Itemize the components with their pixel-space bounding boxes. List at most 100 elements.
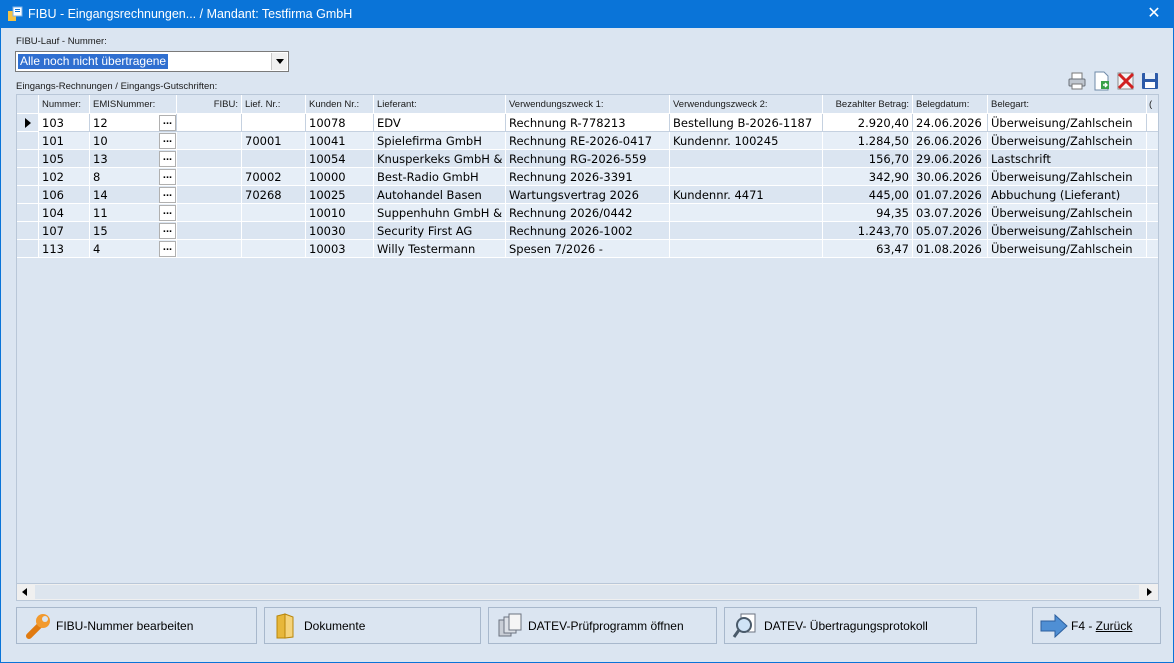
close-icon[interactable]: ✕ xyxy=(1143,4,1165,24)
ellipsis-button[interactable]: ... xyxy=(159,151,176,167)
ellipsis-button[interactable]: ... xyxy=(159,241,176,257)
cell-lief[interactable] xyxy=(242,204,306,222)
table-row[interactable]: 103 12... 10078 EDV Rechnung R-778213 Bestell… xyxy=(17,114,1158,132)
cell-lief[interactable] xyxy=(242,222,306,240)
cell-zweck1[interactable]: Rechnung 2026-1002 xyxy=(506,222,670,240)
cell-lieferant[interactable]: Willy Testermann xyxy=(374,240,506,258)
cell-kunden[interactable]: 10025 xyxy=(306,186,374,204)
cell-zweck2[interactable] xyxy=(670,222,823,240)
row-selector[interactable] xyxy=(17,114,39,132)
lauf-select[interactable]: Alle noch nicht übertragene xyxy=(15,51,289,72)
cell-lieferant[interactable]: Knusperkeks GmbH & xyxy=(374,150,506,168)
cell-kunden[interactable]: 10030 xyxy=(306,222,374,240)
cell-fibu[interactable] xyxy=(177,168,242,186)
cell-art[interactable]: Abbuchung (Lieferant) xyxy=(988,186,1147,204)
ellipsis-button[interactable]: ... xyxy=(159,223,176,239)
row-selector[interactable] xyxy=(17,240,39,258)
cell-kunden[interactable]: 10041 xyxy=(306,132,374,150)
table-row[interactable]: 113 4... 10003 Willy Testermann Spesen 7/202… xyxy=(17,240,1158,258)
scroll-thumb[interactable] xyxy=(35,585,1139,599)
cell-lief[interactable]: 70001 xyxy=(242,132,306,150)
cell-lieferant[interactable]: Best-Radio GmbH xyxy=(374,168,506,186)
cell-lief[interactable]: 70002 xyxy=(242,168,306,186)
row-selector[interactable] xyxy=(17,132,39,150)
export-document-icon[interactable] xyxy=(1092,71,1112,91)
cell-zweck2[interactable] xyxy=(670,204,823,222)
cell-art[interactable]: Überweisung/Zahlschein xyxy=(988,204,1147,222)
cell-lieferant[interactable]: EDV xyxy=(374,114,506,132)
cell-betrag[interactable]: 1.284,50 xyxy=(823,132,913,150)
cell-art[interactable]: Überweisung/Zahlschein xyxy=(988,132,1147,150)
col-belegart[interactable]: Belegart: xyxy=(988,95,1147,114)
table-row[interactable]: 101 10... 70001 10041 Spielefirma GmbH Rechnu… xyxy=(17,132,1158,150)
col-fibu[interactable]: FIBU: xyxy=(177,95,242,114)
ellipsis-button[interactable]: ... xyxy=(159,169,176,185)
cell-art[interactable]: Überweisung/Zahlschein xyxy=(988,240,1147,258)
col-kunden-nr[interactable]: Kunden Nr.: xyxy=(306,95,374,114)
col-verwendungszweck-1[interactable]: Verwendungszweck 1: xyxy=(506,95,670,114)
cell-kunden[interactable]: 10000 xyxy=(306,168,374,186)
cell-extra[interactable] xyxy=(1147,186,1158,204)
save-icon[interactable] xyxy=(1140,71,1160,91)
table-row[interactable]: 105 13... 10054 Knusperkeks GmbH & Rechnung … xyxy=(17,150,1158,168)
col-more[interactable]: ( xyxy=(1147,95,1158,114)
cell-zweck2[interactable] xyxy=(670,240,823,258)
cell-art[interactable]: Überweisung/Zahlschein xyxy=(988,168,1147,186)
cell-fibu[interactable] xyxy=(177,186,242,204)
col-bezahlter-betrag[interactable]: Bezahlter Betrag: xyxy=(823,95,913,114)
horizontal-scrollbar[interactable] xyxy=(16,583,1159,601)
cell-betrag[interactable]: 63,47 xyxy=(823,240,913,258)
scroll-right-button[interactable] xyxy=(1141,584,1158,600)
cell-lief[interactable] xyxy=(242,114,306,132)
cell-zweck2[interactable] xyxy=(670,150,823,168)
row-selector[interactable] xyxy=(17,222,39,240)
row-selector[interactable] xyxy=(17,150,39,168)
cell-datum[interactable]: 01.08.2026 xyxy=(913,240,988,258)
cell-betrag[interactable]: 94,35 xyxy=(823,204,913,222)
delete-icon[interactable] xyxy=(1116,71,1136,91)
cell-extra[interactable] xyxy=(1147,222,1158,240)
cell-lieferant[interactable]: Autohandel Basen xyxy=(374,186,506,204)
cell-lieferant[interactable]: Suppenhuhn GmbH & xyxy=(374,204,506,222)
cell-datum[interactable]: 03.07.2026 xyxy=(913,204,988,222)
cell-nummer[interactable]: 102 xyxy=(39,168,90,186)
cell-zweck1[interactable]: Rechnung 2026/0442 xyxy=(506,204,670,222)
cell-betrag[interactable]: 1.243,70 xyxy=(823,222,913,240)
cell-datum[interactable]: 24.06.2026 xyxy=(913,114,988,132)
cell-betrag[interactable]: 342,90 xyxy=(823,168,913,186)
cell-art[interactable]: Überweisung/Zahlschein xyxy=(988,222,1147,240)
cell-zweck2[interactable]: Kundennr. 4471 xyxy=(670,186,823,204)
chevron-down-icon[interactable] xyxy=(271,53,287,70)
cell-zweck2[interactable]: Bestellung B-2026-1187 xyxy=(670,114,823,132)
cell-zweck2[interactable]: Kundennr. 100245 xyxy=(670,132,823,150)
cell-nummer[interactable]: 106 xyxy=(39,186,90,204)
cell-nummer[interactable]: 105 xyxy=(39,150,90,168)
table-row[interactable]: 106 14... 70268 10025 Autohandel Basen Wartun… xyxy=(17,186,1158,204)
cell-nummer[interactable]: 113 xyxy=(39,240,90,258)
col-verwendungszweck-2[interactable]: Verwendungszweck 2: xyxy=(670,95,823,114)
row-selector[interactable] xyxy=(17,186,39,204)
table-row[interactable]: 107 15... 10030 Security First AG Rechnung 2… xyxy=(17,222,1158,240)
cell-zweck2[interactable] xyxy=(670,168,823,186)
cell-fibu[interactable] xyxy=(177,222,242,240)
cell-kunden[interactable]: 10003 xyxy=(306,240,374,258)
cell-kunden[interactable]: 10078 xyxy=(306,114,374,132)
dokumente-button[interactable]: Dokumente xyxy=(264,607,481,644)
cell-extra[interactable] xyxy=(1147,132,1158,150)
cell-datum[interactable]: 30.06.2026 xyxy=(913,168,988,186)
col-lieferant[interactable]: Lieferant: xyxy=(374,95,506,114)
table-row[interactable]: 102 8... 70002 10000 Best-Radio GmbH Rechnung… xyxy=(17,168,1158,186)
cell-datum[interactable]: 29.06.2026 xyxy=(913,150,988,168)
cell-nummer[interactable]: 104 xyxy=(39,204,90,222)
col-lief-nr[interactable]: Lief. Nr.: xyxy=(242,95,306,114)
cell-betrag[interactable]: 156,70 xyxy=(823,150,913,168)
cell-extra[interactable] xyxy=(1147,168,1158,186)
ellipsis-button[interactable]: ... xyxy=(159,133,176,149)
fibu-edit-button[interactable]: FIBU-Nummer bearbeiten xyxy=(16,607,257,644)
cell-fibu[interactable] xyxy=(177,132,242,150)
cell-nummer[interactable]: 101 xyxy=(39,132,90,150)
table-row[interactable]: 104 11... 10010 Suppenhuhn GmbH & Rechnung 2… xyxy=(17,204,1158,222)
row-selector[interactable] xyxy=(17,204,39,222)
cell-fibu[interactable] xyxy=(177,150,242,168)
cell-lieferant[interactable]: Security First AG xyxy=(374,222,506,240)
